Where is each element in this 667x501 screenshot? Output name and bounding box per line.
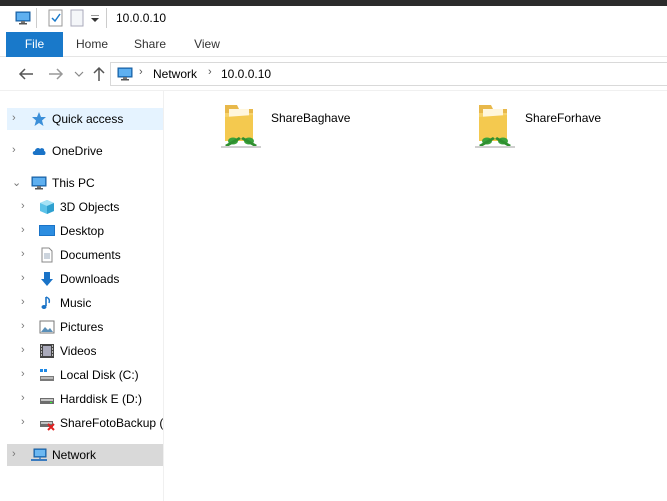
picture-icon bbox=[39, 320, 55, 334]
title-divider bbox=[106, 8, 107, 28]
computer-icon bbox=[15, 11, 31, 26]
sidebar-item-label: Desktop bbox=[60, 224, 105, 238]
chevron-right-icon[interactable]: › bbox=[21, 392, 31, 406]
sidebar-item-label: Music bbox=[60, 296, 92, 310]
download-arrow-icon bbox=[41, 272, 53, 286]
chevron-right-icon[interactable]: › bbox=[21, 320, 31, 334]
sidebar-item-label: Harddisk E (D:) bbox=[60, 392, 143, 406]
customize-toolbar-dropdown-icon[interactable] bbox=[90, 15, 100, 23]
disconnected-drive-icon bbox=[40, 421, 55, 431]
navigation-bar: › Network › 10.0.0.10 bbox=[0, 57, 667, 91]
sidebar-item-local-disk-c[interactable]: › Local Disk (C:) bbox=[7, 364, 163, 386]
breadcrumb-separator-icon[interactable]: › bbox=[139, 66, 143, 78]
share-item-label: ShareForhave bbox=[525, 111, 602, 125]
sidebar-item-documents[interactable]: › Documents bbox=[7, 244, 163, 266]
cloud-icon bbox=[32, 147, 46, 155]
properties-icon[interactable] bbox=[48, 9, 64, 27]
address-bar[interactable]: › Network › 10.0.0.10 bbox=[110, 62, 667, 86]
sidebar-item-label: Local Disk (C:) bbox=[60, 368, 139, 382]
sidebar-item-label: This PC bbox=[52, 176, 95, 190]
chevron-right-icon[interactable]: › bbox=[12, 144, 22, 158]
navigation-pane: › Quick access › OneDrive ⌄ This PC › 3D… bbox=[0, 91, 164, 501]
new-folder-icon[interactable] bbox=[70, 9, 84, 27]
chevron-right-icon[interactable]: › bbox=[21, 272, 31, 286]
tab-share[interactable]: Share bbox=[128, 32, 172, 57]
local-disk-icon bbox=[40, 369, 54, 381]
sidebar-item-harddisk-e[interactable]: › Harddisk E (D:) bbox=[7, 388, 163, 410]
sidebar-item-label: Documents bbox=[60, 248, 121, 262]
chevron-down-icon[interactable]: ⌄ bbox=[12, 176, 22, 190]
sidebar-item-sharefotobackup[interactable]: › ShareFotoBackup (\ bbox=[7, 412, 163, 434]
chevron-right-icon[interactable]: › bbox=[21, 368, 31, 382]
forward-arrow-icon[interactable] bbox=[48, 67, 64, 81]
share-item-sharebaghave[interactable]: ShareBaghave bbox=[219, 101, 419, 161]
ribbon-tabs: File Home Share View bbox=[0, 32, 667, 57]
sidebar-item-label: Downloads bbox=[60, 272, 120, 286]
qa-divider bbox=[36, 8, 37, 28]
document-icon bbox=[41, 247, 53, 263]
sidebar-item-label: OneDrive bbox=[52, 144, 103, 158]
sidebar-item-videos[interactable]: › Videos bbox=[7, 340, 163, 362]
sidebar-item-this-pc[interactable]: ⌄ This PC bbox=[7, 172, 163, 194]
chevron-right-icon[interactable]: › bbox=[21, 224, 31, 238]
chevron-right-icon[interactable]: › bbox=[12, 448, 22, 462]
breadcrumb-host[interactable]: 10.0.0.10 bbox=[221, 67, 271, 81]
monitor-icon bbox=[31, 176, 47, 190]
sidebar-item-label: ShareFotoBackup (\ bbox=[60, 416, 163, 430]
sidebar-item-label: Pictures bbox=[60, 320, 104, 334]
sidebar-item-3d-objects[interactable]: › 3D Objects bbox=[7, 196, 163, 218]
computer-icon bbox=[117, 67, 133, 82]
shared-folder-icon bbox=[475, 105, 515, 148]
music-note-icon bbox=[41, 296, 51, 309]
chevron-right-icon[interactable]: › bbox=[21, 200, 31, 214]
file-list: ShareBaghave ShareForhave bbox=[165, 91, 667, 501]
sidebar-item-onedrive[interactable]: › OneDrive bbox=[7, 140, 163, 162]
desktop-icon bbox=[39, 225, 55, 236]
network-icon bbox=[31, 448, 47, 461]
chevron-right-icon[interactable]: › bbox=[12, 112, 22, 126]
up-arrow-icon[interactable] bbox=[92, 66, 106, 82]
back-arrow-icon[interactable] bbox=[18, 67, 34, 81]
shared-folder-icon bbox=[221, 105, 261, 148]
share-item-label: ShareBaghave bbox=[271, 111, 351, 125]
hard-disk-icon bbox=[40, 398, 54, 404]
star-icon bbox=[32, 112, 46, 126]
chevron-right-icon[interactable]: › bbox=[21, 344, 31, 358]
sidebar-item-desktop[interactable]: › Desktop bbox=[7, 220, 163, 242]
sidebar-item-label: 3D Objects bbox=[60, 200, 120, 214]
sidebar-item-network[interactable]: › Network bbox=[7, 444, 163, 466]
sidebar-item-label: Network bbox=[52, 448, 97, 462]
sidebar-item-music[interactable]: › Music bbox=[7, 292, 163, 314]
sidebar-item-label: Videos bbox=[60, 344, 97, 358]
tab-home[interactable]: Home bbox=[70, 32, 114, 57]
breadcrumb-network[interactable]: Network bbox=[153, 67, 197, 81]
sidebar-item-downloads[interactable]: › Downloads bbox=[7, 268, 163, 290]
window-title: 10.0.0.10 bbox=[116, 11, 167, 25]
chevron-right-icon[interactable]: › bbox=[21, 248, 31, 262]
chevron-right-icon[interactable]: › bbox=[21, 416, 31, 430]
tab-view[interactable]: View bbox=[186, 32, 228, 57]
film-icon bbox=[40, 344, 54, 358]
tab-file[interactable]: File bbox=[6, 32, 63, 57]
sidebar-item-label: Quick access bbox=[52, 112, 124, 126]
breadcrumb-separator-icon[interactable]: › bbox=[208, 66, 212, 78]
recent-locations-chevron-icon[interactable] bbox=[74, 71, 84, 79]
title-bar: 10.0.0.10 bbox=[0, 6, 667, 32]
sidebar-item-quick-access[interactable]: › Quick access bbox=[7, 108, 163, 130]
chevron-right-icon[interactable]: › bbox=[21, 296, 31, 310]
cube-icon bbox=[40, 200, 54, 214]
share-item-shareforhave[interactable]: ShareForhave bbox=[473, 101, 667, 161]
sidebar-item-pictures[interactable]: › Pictures bbox=[7, 316, 163, 338]
